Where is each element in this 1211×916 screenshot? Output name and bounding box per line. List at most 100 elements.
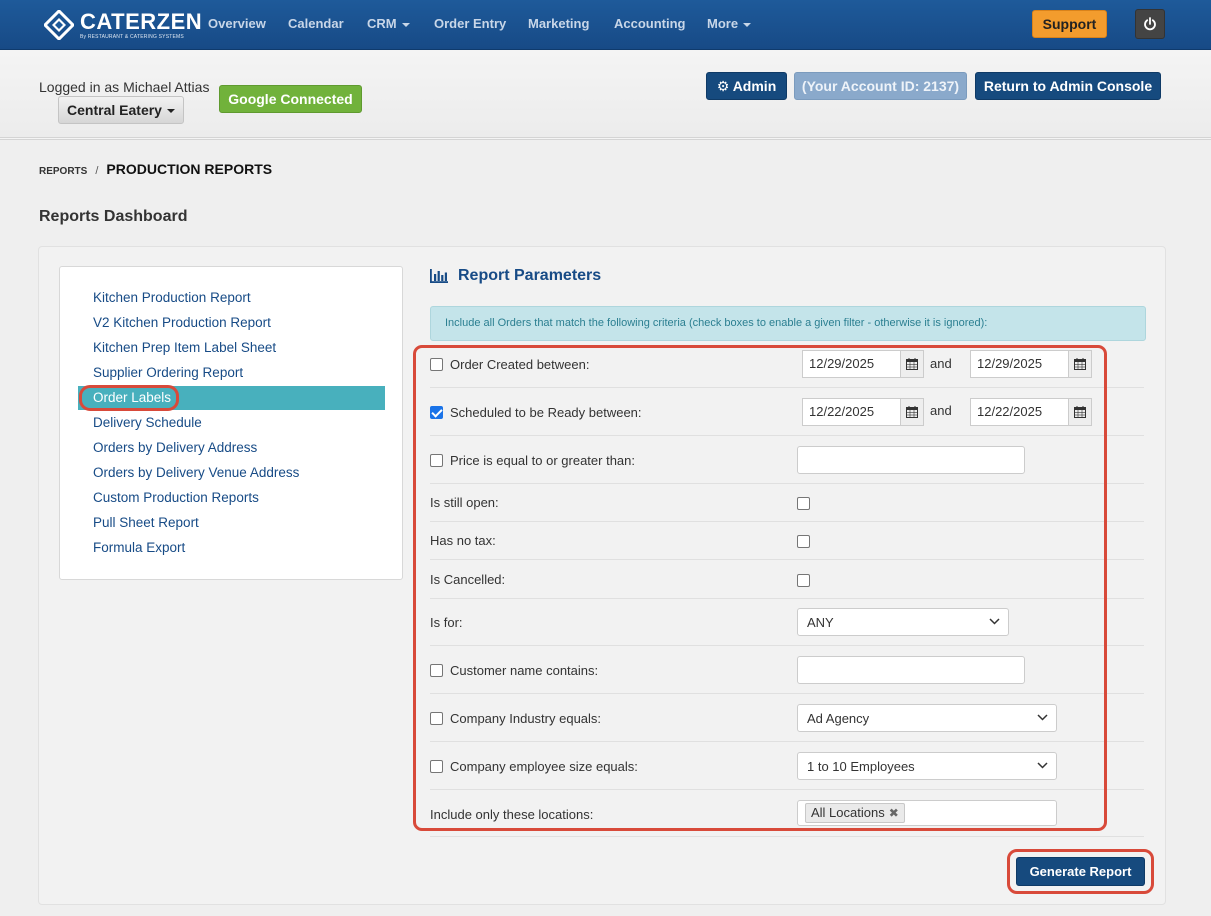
employee-size-label: Company employee size equals: xyxy=(450,759,638,774)
breadcrumb-current: PRODUCTION REPORTS xyxy=(106,161,273,177)
scheduled-ready-label: Scheduled to be Ready between: xyxy=(450,405,642,420)
caterzen-logo[interactable]: CATERZEN By RESTAURANT & CATERING SYSTEM… xyxy=(44,8,202,42)
locations-row: Include only these locations: All Locati… xyxy=(430,790,1144,837)
report-parameters-header: Report Parameters xyxy=(430,267,601,285)
nav-more[interactable]: More xyxy=(707,16,752,31)
no-tax-checkbox[interactable] xyxy=(797,535,810,548)
report-custom-production[interactable]: Custom Production Reports xyxy=(78,486,385,510)
industry-row: Company Industry equals: Ad Agency xyxy=(430,694,1144,742)
is-for-select[interactable]: ANY xyxy=(797,608,1009,636)
employee-size-checkbox[interactable] xyxy=(430,760,443,773)
still-open-checkbox[interactable] xyxy=(797,497,810,510)
price-label: Price is equal to or greater than: xyxy=(450,453,635,468)
report-orders-by-venue-address[interactable]: Orders by Delivery Venue Address xyxy=(78,461,385,485)
no-tax-row: Has no tax: xyxy=(430,522,1144,560)
report-parameters-title: Report Parameters xyxy=(458,267,602,284)
nav-calendar[interactable]: Calendar xyxy=(288,16,344,31)
still-open-label: Is still open: xyxy=(430,495,499,510)
customer-name-label: Customer name contains: xyxy=(450,663,599,678)
report-delivery-schedule[interactable]: Delivery Schedule xyxy=(78,411,385,435)
breadcrumb-separator: / xyxy=(95,165,99,177)
criteria-info-box: Include all Orders that match the follow… xyxy=(430,306,1146,341)
caret-down-icon xyxy=(166,109,175,114)
price-input[interactable] xyxy=(797,446,1025,474)
caret-down-icon xyxy=(743,22,752,27)
breadcrumb: REPORTS / PRODUCTION REPORTS xyxy=(39,161,272,177)
breadcrumb-reports[interactable]: REPORTS xyxy=(39,166,87,177)
industry-label: Company Industry equals: xyxy=(450,711,602,726)
cancelled-row: Is Cancelled: xyxy=(430,560,1144,599)
employee-size-row: Company employee size equals: 1 to 10 Em… xyxy=(430,742,1144,790)
power-icon xyxy=(1144,17,1156,31)
account-bar: Logged in as Michael Attias Central Eate… xyxy=(0,50,1211,140)
customer-name-input[interactable] xyxy=(797,656,1025,684)
is-for-row: Is for: ANY xyxy=(430,599,1144,646)
industry-checkbox[interactable] xyxy=(430,712,443,725)
page-title: Reports Dashboard xyxy=(39,208,188,225)
scheduled-ready-row: Scheduled to be Ready between: 12/22/202… xyxy=(430,388,1144,436)
customer-name-row: Customer name contains: xyxy=(430,646,1144,694)
report-kitchen-prep-label-sheet[interactable]: Kitchen Prep Item Label Sheet xyxy=(78,336,385,360)
price-checkbox[interactable] xyxy=(430,454,443,467)
admin-button[interactable]: ⚙ Admin xyxy=(706,72,787,100)
locations-label: Include only these locations: xyxy=(430,807,594,822)
order-created-row: Order Created between: 12/29/2025 and 12… xyxy=(430,341,1144,388)
still-open-row: Is still open: xyxy=(430,484,1144,522)
locations-multiselect[interactable]: All Locations ✖ xyxy=(797,800,1057,826)
and-text: and xyxy=(930,403,952,418)
generate-report-button[interactable]: Generate Report xyxy=(1016,857,1145,886)
bar-chart-icon xyxy=(430,269,448,283)
gear-icon: ⚙ xyxy=(716,78,730,94)
scheduled-ready-to-date[interactable]: 12/22/2025 xyxy=(970,398,1092,426)
report-supplier-ordering[interactable]: Supplier Ordering Report xyxy=(78,361,385,385)
calendar-icon[interactable] xyxy=(900,350,924,378)
cancelled-checkbox[interactable] xyxy=(797,574,810,587)
report-kitchen-production[interactable]: Kitchen Production Report xyxy=(78,286,385,310)
no-tax-label: Has no tax: xyxy=(430,533,496,548)
support-button[interactable]: Support xyxy=(1032,10,1107,38)
order-created-from-date[interactable]: 12/29/2025 xyxy=(802,350,924,378)
scheduled-ready-from-date[interactable]: 12/22/2025 xyxy=(802,398,924,426)
and-text: and xyxy=(930,356,952,371)
report-list: Kitchen Production Report V2 Kitchen Pro… xyxy=(59,266,403,580)
industry-select[interactable]: Ad Agency xyxy=(797,704,1057,732)
nav-crm[interactable]: CRM xyxy=(367,16,410,31)
brand-name: CATERZEN xyxy=(80,8,203,34)
report-formula-export[interactable]: Formula Export xyxy=(78,536,385,560)
cancelled-label: Is Cancelled: xyxy=(430,572,506,587)
scheduled-ready-checkbox[interactable] xyxy=(430,406,443,419)
customer-name-checkbox[interactable] xyxy=(430,664,443,677)
location-dropdown[interactable]: Central Eatery xyxy=(58,96,184,124)
google-connected-button[interactable]: Google Connected xyxy=(219,85,362,113)
calendar-icon[interactable] xyxy=(900,398,924,426)
order-created-checkbox[interactable] xyxy=(430,358,443,371)
chevron-down-icon xyxy=(1037,762,1048,769)
caterzen-logo-icon xyxy=(44,10,74,40)
caret-down-icon xyxy=(401,22,410,27)
nav-accounting[interactable]: Accounting xyxy=(614,16,686,31)
logged-in-text: Logged in as Michael Attias xyxy=(39,79,210,95)
nav-marketing[interactable]: Marketing xyxy=(528,16,589,31)
price-row: Price is equal to or greater than: xyxy=(430,436,1144,484)
remove-tag-icon[interactable]: ✖ xyxy=(889,806,899,820)
return-to-admin-console-button[interactable]: Return to Admin Console xyxy=(975,72,1161,100)
report-orders-by-delivery-address[interactable]: Orders by Delivery Address xyxy=(78,436,385,460)
location-tag[interactable]: All Locations ✖ xyxy=(805,803,905,823)
employee-size-select[interactable]: 1 to 10 Employees xyxy=(797,752,1057,780)
order-created-label: Order Created between: xyxy=(450,357,590,372)
report-v2-kitchen-production[interactable]: V2 Kitchen Production Report xyxy=(78,311,385,335)
report-order-labels[interactable]: Order Labels xyxy=(78,386,385,410)
order-created-to-date[interactable]: 12/29/2025 xyxy=(970,350,1092,378)
report-pull-sheet[interactable]: Pull Sheet Report xyxy=(78,511,385,535)
chevron-down-icon xyxy=(989,618,1000,625)
account-id-badge: (Your Account ID: 2137) xyxy=(794,72,967,100)
calendar-icon[interactable] xyxy=(1068,350,1092,378)
top-navbar: CATERZEN By RESTAURANT & CATERING SYSTEM… xyxy=(0,0,1211,50)
calendar-icon[interactable] xyxy=(1068,398,1092,426)
nav-order-entry[interactable]: Order Entry xyxy=(434,16,506,31)
logout-button[interactable] xyxy=(1135,9,1165,39)
brand-tagline: By RESTAURANT & CATERING SYSTEMS xyxy=(80,33,184,40)
chevron-down-icon xyxy=(1037,714,1048,721)
is-for-label: Is for: xyxy=(430,615,463,630)
nav-overview[interactable]: Overview xyxy=(208,16,266,31)
